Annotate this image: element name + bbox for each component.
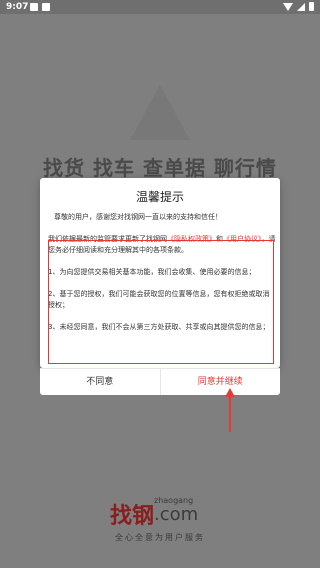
brand-tagline: 全心全意为用户服务 <box>115 533 205 542</box>
status-bar: 9:07 <box>0 0 320 14</box>
agree-continue-button[interactable]: 同意并继续 <box>161 369 281 395</box>
brand-com: .com <box>154 504 199 525</box>
status-time: 9:07 <box>6 2 29 12</box>
dialog-item-1: 1、为向您提供交易相关基本功能，我们会收集、使用必要的信息； <box>48 268 256 276</box>
logo-watermark <box>130 85 190 140</box>
dialog-item-2: 2、基于您的授权，我们可能会获取您的位置等信息，您有权拒绝或取消授权； <box>48 290 270 309</box>
dialog-title: 温馨提示 <box>135 190 184 204</box>
battery-icon <box>309 2 314 11</box>
dialog-intro: 尊敬的用户，感谢您对找钢网一直以来的支持和信任！ <box>54 213 222 221</box>
dialog-content[interactable]: 我们依据最新的监管要求更新了找钢网《隐私权政策》和《用户协议》，请您务必仔细阅读… <box>48 234 276 358</box>
annotation-arrow-line <box>229 396 231 432</box>
wifi-icon <box>283 2 293 11</box>
dialog-item-3: 3、未经您同意，我们不会从第三方处获取、共享或向其提供您的信息； <box>48 323 270 331</box>
brand-cn: 找钢 <box>110 504 155 529</box>
user-agreement-link[interactable]: 《用户协议》 <box>223 235 262 243</box>
privacy-policy-link[interactable]: 《隐私权政策》 <box>167 235 216 243</box>
dialog-buttons: 不同意 同意并继续 <box>40 368 280 395</box>
privacy-dialog: 温馨提示 尊敬的用户，感谢您对找钢网一直以来的支持和信任！ 我们依据最新的监管要… <box>40 178 280 368</box>
notification-icon <box>30 3 38 11</box>
image-icon <box>42 3 50 11</box>
splash-slogan: 找货 找车 查单据 聊行情 <box>43 156 277 180</box>
disagree-button[interactable]: 不同意 <box>40 369 161 395</box>
brand-logo: 找钢 zhaogang .com <box>110 496 220 529</box>
dialog-paragraph: 我们依据最新的监管要求更新了找钢网《隐私权政策》和《用户协议》，请您务必仔细阅读… <box>48 235 276 254</box>
signal-icon <box>297 2 305 11</box>
